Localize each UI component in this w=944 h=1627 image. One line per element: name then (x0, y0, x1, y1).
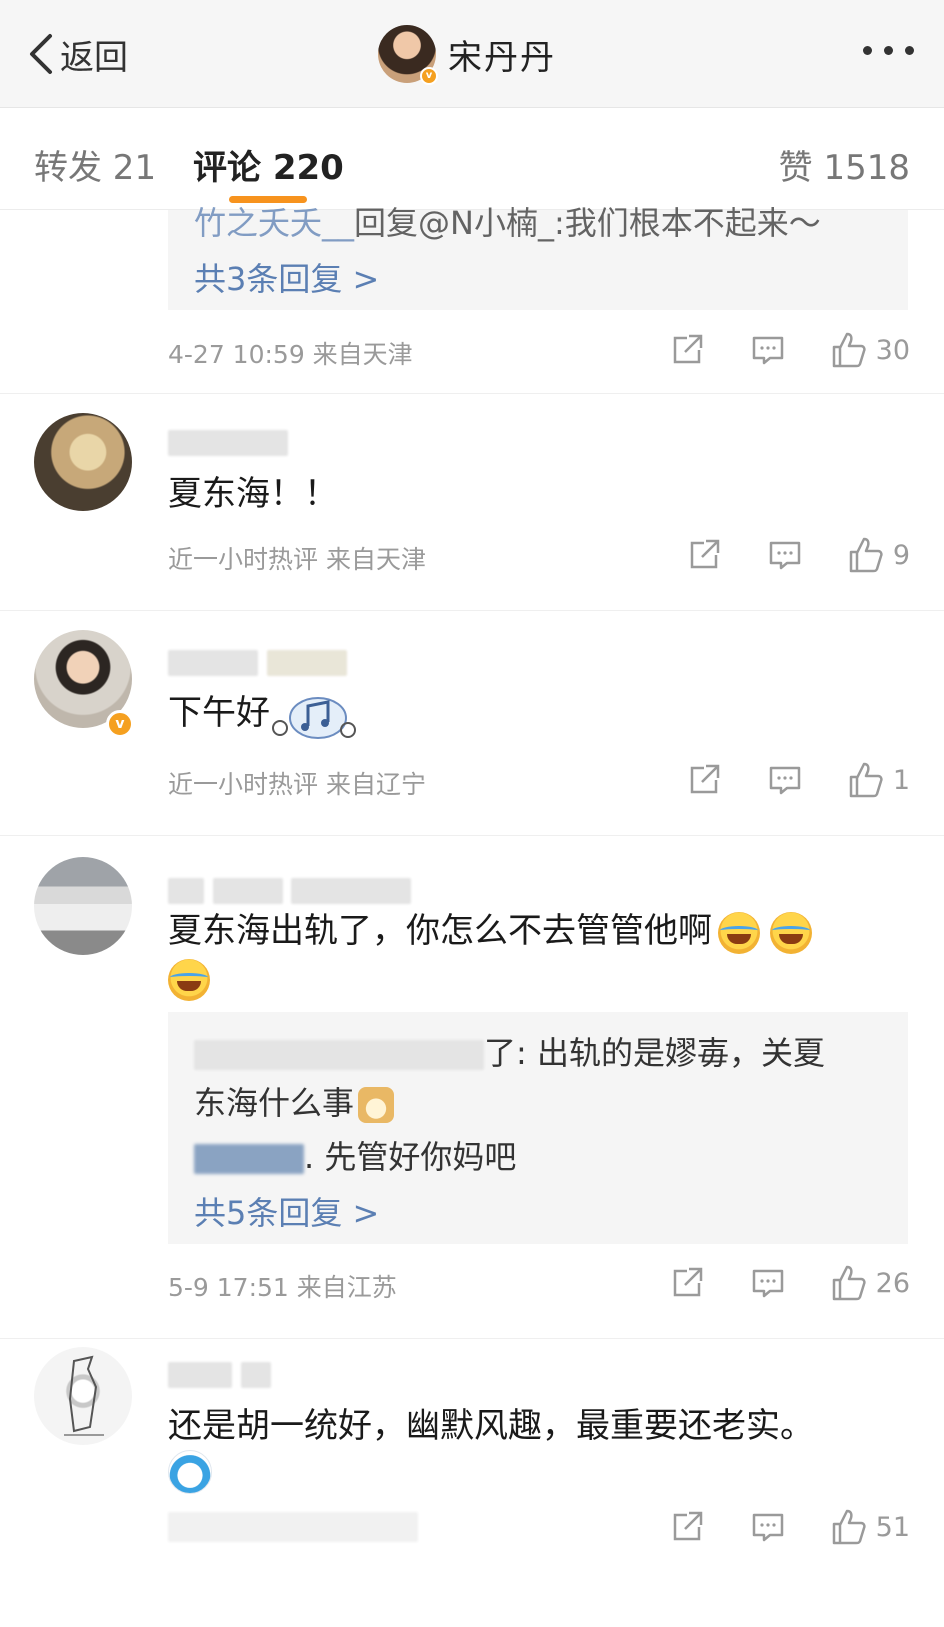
divider (0, 610, 944, 611)
reply-preview-line: . 先管好你妈吧 (194, 1132, 516, 1178)
back-button[interactable]: 返回 (26, 30, 128, 78)
avatar[interactable] (34, 413, 132, 511)
comment-button[interactable] (750, 332, 786, 368)
ink-figure-icon (64, 1355, 104, 1436)
comment-actions: 26 (669, 1263, 910, 1303)
reply-preview-line: 东海什么事 (194, 1078, 395, 1124)
thumbs-up-icon (849, 537, 883, 573)
like-button[interactable]: 51 (828, 1507, 910, 1547)
comment-icon (752, 336, 783, 365)
comment-button[interactable] (750, 1265, 786, 1301)
share-button[interactable] (669, 332, 705, 368)
like-button[interactable]: 9 (845, 535, 910, 575)
comment-meta: 近一小时热评 来自天津 (168, 545, 426, 574)
comment-meta: 近一小时热评 来自辽宁 (168, 770, 426, 799)
reply-text: 回复@N小楠_:我们根本不起来～ (354, 204, 821, 242)
laughing-tears-emoji-icon (168, 958, 210, 1001)
comment-text: 下午好 (168, 693, 270, 733)
profile-title[interactable]: v 宋丹丹 (378, 24, 556, 85)
reply-text: 了: 出轨的是嫪毐，关夏 (484, 1034, 825, 1072)
comment-text: 夏东海！！ (168, 474, 338, 514)
tab-like[interactable]: 赞 1518 (779, 140, 910, 189)
reply-preview-line: 竹之夭夭__回复@N小楠_:我们根本不起来～ (194, 198, 821, 244)
verified-badge: v (106, 710, 134, 738)
more-replies-link[interactable]: 共5条回复 > (194, 1188, 379, 1234)
like-count: 1 (892, 764, 910, 796)
doge-emoji-icon (358, 1087, 395, 1123)
like-count: 9 (892, 539, 910, 571)
back-label: 返回 (60, 37, 128, 78)
comment-icon (769, 766, 801, 795)
comment-actions: 51 (669, 1507, 910, 1547)
thumbs-up-icon (849, 762, 883, 798)
username[interactable] (168, 876, 412, 904)
comment-meta: 4-27 10:59 来自天津 (168, 340, 413, 369)
share-icon (673, 334, 702, 364)
thumbs-up-icon (832, 1509, 866, 1545)
laughing-tears-emoji-icon (770, 911, 812, 954)
doraemon-emoji-icon (168, 1450, 212, 1494)
like-count: 26 (875, 1267, 910, 1299)
username[interactable] (168, 648, 347, 676)
reply-preview-line: 了: 出轨的是嫪毐，关夏 (194, 1028, 825, 1074)
username[interactable] (168, 428, 288, 456)
comment-text: 还是胡一统好，幽默风趣，最重要还老实。 (168, 1406, 814, 1446)
more-dots-icon[interactable] (863, 46, 914, 55)
tab-repost[interactable]: 转发 21 (34, 140, 156, 189)
comment-button[interactable] (767, 762, 803, 798)
comment-meta: 5-9 17:51 来自江苏 (168, 1273, 397, 1302)
comment-button[interactable] (750, 1509, 786, 1545)
tab-bar: 转发 21 评论 220 赞 1518 (0, 108, 944, 210)
top-navigation-bar: 返回 v 宋丹丹 (0, 0, 944, 108)
comment-icon (752, 1269, 783, 1298)
comment-actions: 1 (686, 760, 910, 800)
comment-actions: 9 (686, 535, 910, 575)
share-button[interactable] (669, 1265, 705, 1301)
reply-text: . 先管好你妈吧 (304, 1138, 517, 1176)
music-note-icon (272, 697, 356, 739)
reply-username[interactable]: 竹之夭夭__ (194, 204, 354, 242)
comment-text-body: 夏东海出轨了，你怎么不去管管他啊 (168, 911, 712, 951)
like-count: 30 (875, 334, 910, 366)
divider (0, 835, 944, 836)
comment-icon (769, 541, 801, 570)
share-button[interactable] (686, 762, 722, 798)
comment-text-line2 (168, 958, 210, 1001)
page-title: 宋丹丹 (448, 37, 556, 78)
share-icon (690, 539, 720, 569)
comment-text: 夏东海出轨了，你怎么不去管管他啊 (168, 903, 812, 954)
blurred-meta (168, 1512, 418, 1542)
reply-text: 东海什么事 (194, 1084, 355, 1122)
divider (0, 393, 944, 394)
avatar[interactable] (34, 857, 132, 955)
comment-button[interactable] (767, 537, 803, 573)
share-icon (673, 1267, 702, 1297)
avatar[interactable] (34, 1347, 132, 1445)
share-button[interactable] (669, 1509, 705, 1545)
comment-text-line2 (168, 1450, 212, 1494)
like-count: 51 (875, 1511, 910, 1543)
chevron-left-icon (30, 34, 52, 74)
reply-preview-box[interactable]: 竹之夭夭__回复@N小楠_:我们根本不起来～ 共3条回复 > (168, 204, 908, 310)
avatar[interactable]: v (378, 25, 438, 85)
share-icon (673, 1511, 702, 1541)
username[interactable] (168, 1360, 271, 1388)
like-button[interactable]: 1 (845, 760, 910, 800)
share-icon (690, 764, 720, 794)
tab-comment[interactable]: 评论 220 (193, 140, 344, 189)
divider (0, 1338, 944, 1339)
thumbs-up-icon (832, 1265, 866, 1301)
thumbs-up-icon (832, 332, 866, 368)
more-replies-link[interactable]: 共3条回复 > (194, 254, 379, 300)
like-button[interactable]: 30 (828, 330, 910, 370)
verified-badge: v (420, 67, 438, 85)
laughing-tears-emoji-icon (718, 911, 760, 954)
share-button[interactable] (686, 537, 722, 573)
like-button[interactable]: 26 (828, 1263, 910, 1303)
comment-actions: 30 (669, 330, 910, 370)
comment-icon (752, 1513, 783, 1542)
reply-preview-box[interactable]: 了: 出轨的是嫪毐，关夏 东海什么事 . 先管好你妈吧 共5条回复 > (168, 1012, 908, 1244)
